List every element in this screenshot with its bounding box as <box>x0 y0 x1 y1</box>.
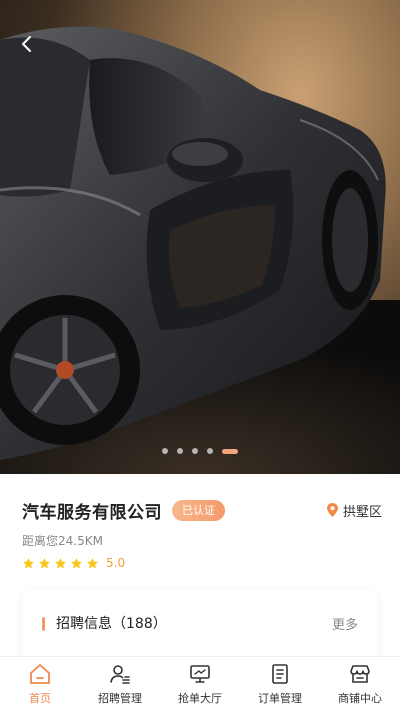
carousel-dot[interactable] <box>207 448 213 454</box>
monitor-icon <box>190 665 210 683</box>
location-pin-icon <box>326 503 338 517</box>
tab-recruit-manage[interactable]: 招聘管理 <box>80 657 160 710</box>
carousel-dot-active[interactable] <box>222 448 238 454</box>
shop-location[interactable]: 拱墅区 <box>326 501 382 520</box>
tab-label: 首页 <box>29 692 51 705</box>
bottom-tab-bar: 首页 招聘管理 抢单大厅 订单管理 商铺中心 <box>0 656 400 710</box>
tab-label: 商铺中心 <box>338 692 382 705</box>
car-photo <box>0 26 400 474</box>
distance-text: 距离您24.5KM <box>22 534 103 548</box>
home-icon <box>30 664 50 684</box>
tab-order-manage[interactable]: 订单管理 <box>240 657 320 710</box>
shop-detail-page: 汽车服务有限公司 已认证 拱墅区 距离您24.5KM 5.0 招聘信息（188）… <box>0 0 400 710</box>
carousel-dot[interactable] <box>162 448 168 454</box>
tab-label: 抢单大厅 <box>178 692 222 705</box>
rating-value: 5.0 <box>106 556 126 570</box>
star-icon <box>55 557 66 568</box>
rating: 5.0 <box>22 556 125 570</box>
tab-label: 招聘管理 <box>98 692 142 705</box>
carousel-indicator <box>0 448 400 454</box>
carousel-dot[interactable] <box>192 448 198 454</box>
carousel-dot[interactable] <box>177 448 183 454</box>
location-label: 拱墅区 <box>342 504 382 520</box>
shop-icon <box>350 665 370 683</box>
shop-name: 汽车服务有限公司 <box>22 502 162 523</box>
chevron-left-icon <box>22 36 31 52</box>
shop-info-card: 汽车服务有限公司 已认证 拱墅区 距离您24.5KM 5.0 招聘信息（188）… <box>0 474 400 669</box>
star-icon <box>71 557 82 568</box>
recruit-more-link[interactable]: 更多 <box>332 614 358 633</box>
star-icon <box>87 557 98 568</box>
tab-shop-center[interactable]: 商铺中心 <box>320 657 400 710</box>
tab-grab-orders[interactable]: 抢单大厅 <box>160 657 240 710</box>
section-accent-bar <box>42 617 45 631</box>
star-icon <box>39 557 50 568</box>
image-carousel[interactable] <box>0 0 400 474</box>
verified-badge: 已认证 <box>172 499 225 521</box>
star-icon <box>23 557 34 568</box>
recruit-title: 招聘信息（188） <box>56 616 167 632</box>
recruit-icon <box>110 665 130 684</box>
tab-label: 订单管理 <box>258 692 302 705</box>
back-button[interactable] <box>14 30 42 58</box>
tab-home[interactable]: 首页 <box>0 657 80 710</box>
order-icon <box>272 664 288 684</box>
shop-header-row: 汽车服务有限公司 已认证 拱墅区 <box>22 496 382 524</box>
